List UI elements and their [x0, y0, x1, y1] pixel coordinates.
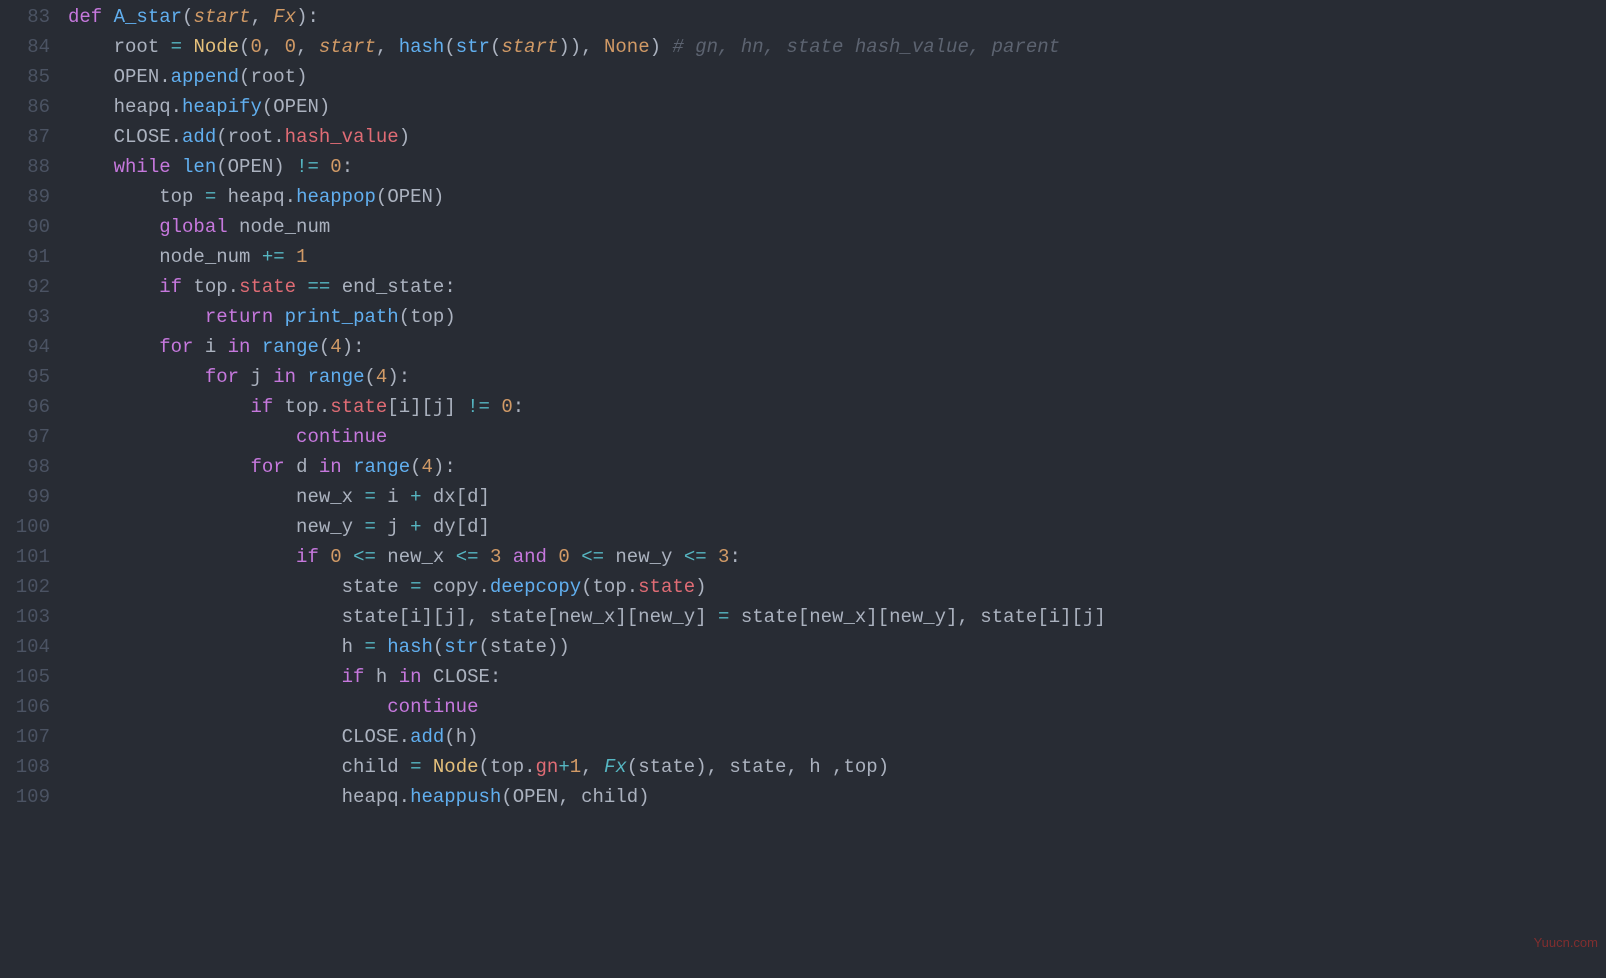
line-number: 109 — [0, 782, 50, 812]
code-line: continue — [68, 422, 1606, 452]
line-number: 99 — [0, 482, 50, 512]
line-number: 106 — [0, 692, 50, 722]
code-line: CLOSE.add(root.hash_value) — [68, 122, 1606, 152]
code-line: return print_path(top) — [68, 302, 1606, 332]
code-line: continue — [68, 692, 1606, 722]
code-line: OPEN.append(root) — [68, 62, 1606, 92]
code-line: new_y = j + dy[d] — [68, 512, 1606, 542]
line-number: 95 — [0, 362, 50, 392]
line-number: 103 — [0, 602, 50, 632]
line-number: 98 — [0, 452, 50, 482]
line-number: 83 — [0, 2, 50, 32]
watermark-text: Yuucn.com — [1534, 928, 1598, 958]
line-number: 94 — [0, 332, 50, 362]
line-number: 105 — [0, 662, 50, 692]
code-line: global node_num — [68, 212, 1606, 242]
line-number: 108 — [0, 752, 50, 782]
line-number: 87 — [0, 122, 50, 152]
line-number: 91 — [0, 242, 50, 272]
line-number: 102 — [0, 572, 50, 602]
code-line: if top.state[i][j] != 0: — [68, 392, 1606, 422]
code-line: CLOSE.add(h) — [68, 722, 1606, 752]
line-number: 88 — [0, 152, 50, 182]
code-line: for d in range(4): — [68, 452, 1606, 482]
code-line: child = Node(top.gn+1, Fx(state), state,… — [68, 752, 1606, 782]
line-number: 101 — [0, 542, 50, 572]
line-number: 100 — [0, 512, 50, 542]
code-line: for i in range(4): — [68, 332, 1606, 362]
code-line: state = copy.deepcopy(top.state) — [68, 572, 1606, 602]
line-number-gutter: 8384858687888990919293949596979899100101… — [0, 2, 68, 812]
line-number: 92 — [0, 272, 50, 302]
code-line: heapq.heapify(OPEN) — [68, 92, 1606, 122]
code-line: root = Node(0, 0, start, hash(str(start)… — [68, 32, 1606, 62]
line-number: 86 — [0, 92, 50, 122]
code-line: top = heapq.heappop(OPEN) — [68, 182, 1606, 212]
code-line: while len(OPEN) != 0: — [68, 152, 1606, 182]
code-line: if 0 <= new_x <= 3 and 0 <= new_y <= 3: — [68, 542, 1606, 572]
code-line: h = hash(str(state)) — [68, 632, 1606, 662]
line-number: 96 — [0, 392, 50, 422]
line-number: 84 — [0, 32, 50, 62]
code-line: heapq.heappush(OPEN, child) — [68, 782, 1606, 812]
code-editor[interactable]: 8384858687888990919293949596979899100101… — [0, 0, 1606, 812]
line-number: 97 — [0, 422, 50, 452]
code-line: if h in CLOSE: — [68, 662, 1606, 692]
code-area[interactable]: def A_star(start, Fx): root = Node(0, 0,… — [68, 2, 1606, 812]
line-number: 104 — [0, 632, 50, 662]
code-line: if top.state == end_state: — [68, 272, 1606, 302]
code-line: node_num += 1 — [68, 242, 1606, 272]
line-number: 89 — [0, 182, 50, 212]
code-line: def A_star(start, Fx): — [68, 2, 1606, 32]
line-number: 107 — [0, 722, 50, 752]
code-line: new_x = i + dx[d] — [68, 482, 1606, 512]
line-number: 85 — [0, 62, 50, 92]
code-line: for j in range(4): — [68, 362, 1606, 392]
line-number: 93 — [0, 302, 50, 332]
code-line: state[i][j], state[new_x][new_y] = state… — [68, 602, 1606, 632]
line-number: 90 — [0, 212, 50, 242]
